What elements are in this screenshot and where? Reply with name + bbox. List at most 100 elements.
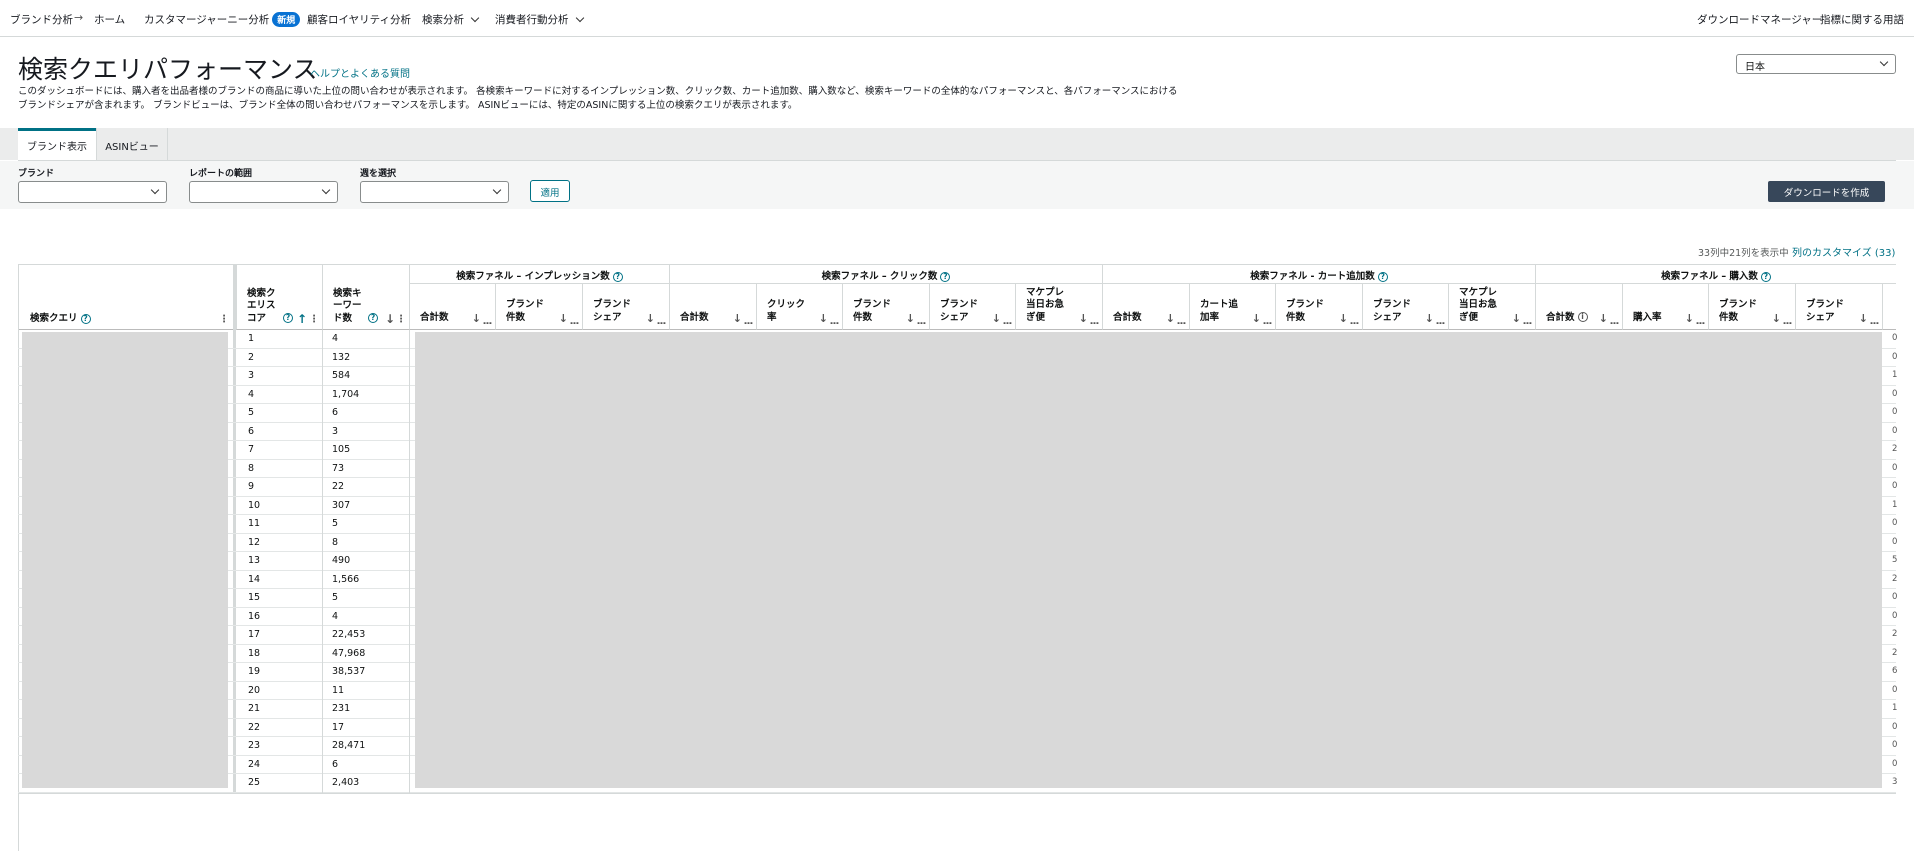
tab-asin-view[interactable]: ASINビュー [96,128,168,160]
column-header-query-label: 検索クエリ? [30,310,91,324]
help-icon[interactable]: ? [80,313,91,324]
query-score-cell: 3 [248,370,255,381]
sort-icon[interactable]: ↓ [1685,312,1694,325]
sort-icon[interactable]: ↓ [906,312,915,325]
sort-icon[interactable]: ↓ [1512,312,1521,325]
column-header-impressions-total[interactable]: 合計数 ↓ ⋮ [409,284,495,330]
column-menu-icon[interactable]: ⋮ [915,318,926,325]
column-header-cart-total[interactable]: 合計数 ↓ ⋮ [1102,284,1189,330]
sort-icon[interactable]: ↓ [1599,312,1608,325]
sort-icon[interactable]: ↓ [819,312,828,325]
sort-icon[interactable]: ↓ [385,312,395,326]
column-header-purchases-brand-share[interactable]: ブランド シェア ↓ ⋮ [1795,284,1882,330]
create-download-button[interactable]: ダウンロードを作成 [1768,181,1885,202]
column-menu-icon[interactable]: ⋮ [309,314,319,325]
nav-customer-journey[interactable]: カスタマージャーニー分析 新規 [144,12,301,27]
truncated-cell: 0 [1892,610,1898,621]
column-header-label: 合計数 i [1546,312,1588,325]
column-menu-icon[interactable]: ⋮ [568,318,579,325]
column-header-clicks-total[interactable]: 合計数 ↓ ⋮ [669,284,756,330]
column-header-clicks-brand-count[interactable]: ブランド 件数 ↓ ⋮ [842,284,929,330]
sort-ascending-icon[interactable]: ↑ [297,312,307,326]
sort-icon[interactable]: ↓ [1079,312,1088,325]
nav-brand-analytics[interactable]: ブランド分析 [10,12,73,27]
column-menu-icon[interactable]: ⋮ [396,314,406,325]
column-menu-icon[interactable]: ⋮ [1608,318,1619,325]
column-menu-icon[interactable]: ⋮ [828,318,839,325]
column-header-clicks-brand-share[interactable]: ブランド シェア ↓ ⋮ [929,284,1015,330]
column-menu-icon[interactable]: ⋮ [742,318,753,325]
column-header-query[interactable]: 検索クエリ? ⋮ [19,264,233,330]
nav-glossary[interactable]: 指標に関する用語 [1820,12,1904,27]
column-header-line: カート追 [1200,299,1239,310]
sort-icon[interactable]: ↓ [559,312,568,325]
help-icon[interactable]: ? [1377,271,1388,282]
column-header-purchase-rate[interactable]: 購入率 ↓ ⋮ [1622,284,1708,330]
sort-icon[interactable]: ↓ [1859,312,1868,325]
column-header-impressions-brand-share[interactable]: ブランド シェア ↓ ⋮ [582,284,669,330]
nav-consumer-behavior[interactable]: 消費者行動分析 [495,12,584,27]
sort-icon[interactable]: ↓ [733,312,742,325]
help-link[interactable]: ヘルプとよくある質問 [310,65,410,80]
column-menu-icon[interactable]: ⋮ [1694,318,1705,325]
column-header-cart-brand-share[interactable]: ブランド シェア ↓ ⋮ [1362,284,1448,330]
column-header-cart-brand-count[interactable]: ブランド 件数 ↓ ⋮ [1275,284,1362,330]
column-header-impressions-brand-count[interactable]: ブランド 件数 ↓ ⋮ [495,284,582,330]
nav-loyalty[interactable]: 顧客ロイヤリティ分析 [307,12,411,27]
column-header-cart-same-day[interactable]: マケプレ 当日お急 ぎ便 ↓ ⋮ [1448,284,1535,330]
column-menu-icon[interactable]: ⋮ [481,318,492,325]
column-menu-icon[interactable]: ⋮ [1175,318,1186,325]
column-header-line: 件数 [853,311,873,323]
info-icon[interactable]: i [1577,312,1588,322]
sort-icon[interactable]: ↓ [646,312,655,325]
help-icon[interactable]: ? [612,271,623,282]
brand-select[interactable] [18,181,167,203]
column-menu-icon[interactable]: ⋮ [1521,318,1532,325]
sort-icon[interactable]: ↓ [1772,312,1781,325]
help-icon[interactable]: ? [940,271,951,282]
sort-icon[interactable]: ↓ [992,312,1001,325]
help-icon[interactable]: ? [1760,271,1771,282]
column-header-purchases-brand-count[interactable]: ブランド 件数 ↓ ⋮ [1708,284,1795,330]
column-header-line: シェア [940,311,969,323]
column-menu-icon[interactable]: ⋮ [1781,318,1792,325]
tab-brand-view[interactable]: ブランド表示 [18,128,96,160]
column-header-volume[interactable]: 検索キ ーワー ド数 ? ↓ ⋮ [322,264,409,330]
help-icon[interactable]: ? [283,313,293,323]
sort-icon[interactable]: ↓ [1339,312,1348,325]
column-header-cart-rate[interactable]: カート追 加率 ↓ ⋮ [1189,284,1275,330]
column-menu-icon[interactable]: ⋮ [1088,318,1099,325]
column-header-score[interactable]: 検索ク エリス コア ? ↑ ⋮ [236,264,322,330]
column-header-click-rate[interactable]: クリック率 ↓ ⋮ [756,284,842,330]
column-header-clicks-same-day[interactable]: マケプレ 当日お急 ぎ便 ↓ ⋮ [1015,284,1102,330]
help-icon[interactable]: ? [368,313,378,323]
column-header-line: 件数 [1719,311,1739,323]
query-score-cell: 14 [248,573,261,585]
column-menu-icon[interactable]: ⋮ [655,318,666,325]
column-menu-icon[interactable]: ⋮ [219,314,229,325]
column-header-purchases-total[interactable]: 合計数 i ↓ ⋮ [1535,284,1622,330]
column-header-purchases-more[interactable] [1882,284,1896,330]
sort-icon[interactable]: ↓ [1425,312,1434,325]
nav-search-analytics[interactable]: 検索分析 [422,12,480,27]
sort-icon[interactable]: ↓ [1252,312,1261,325]
column-menu-icon[interactable]: ⋮ [1868,318,1879,325]
nav-home[interactable]: ホーム [94,12,125,27]
query-volume-cell: 22 [332,481,345,492]
query-volume-cell: 5 [332,592,339,603]
apply-button[interactable]: 適用 [530,180,570,202]
column-menu-icon[interactable]: ⋮ [1434,318,1445,325]
country-select[interactable]: 日本 [1736,54,1896,74]
truncated-cell: 1 [1892,370,1898,380]
column-divider [322,330,323,793]
nav-download-manager[interactable]: ダウンロードマネージャー [1697,12,1822,27]
sort-icon[interactable]: ↓ [1166,312,1175,325]
column-menu-icon[interactable]: ⋮ [1001,318,1012,325]
truncated-cell: 3 [1892,777,1898,787]
sort-icon[interactable]: ↓ [472,312,481,325]
report-range-select[interactable] [189,181,338,203]
column-menu-icon[interactable]: ⋮ [1348,318,1359,325]
week-select[interactable] [360,181,509,203]
column-menu-icon[interactable]: ⋮ [1261,318,1272,325]
customize-columns-link[interactable]: 列のカスタマイズ (33) [1792,244,1895,259]
